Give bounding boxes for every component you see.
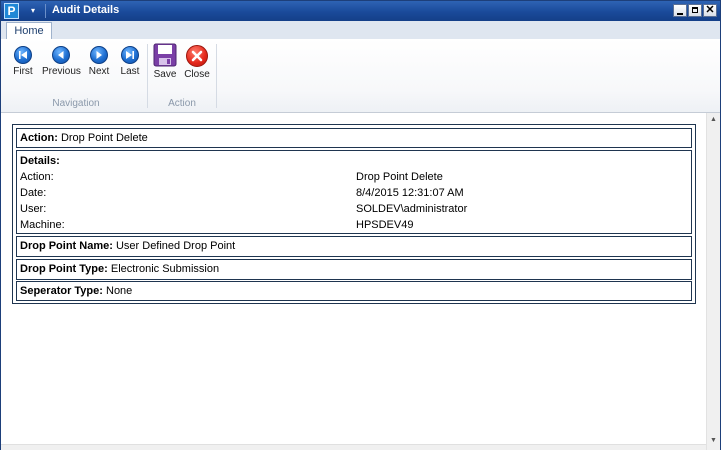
scroll-up-icon[interactable]: ▲ <box>707 113 720 127</box>
detail-label: User: <box>20 203 47 215</box>
drop-point-name-value: User Defined Drop Point <box>115 240 236 252</box>
skip-first-icon <box>14 46 32 64</box>
maximize-icon <box>692 7 698 13</box>
tab-home[interactable]: Home <box>6 22 52 39</box>
drop-point-name-section: Drop Point Name: User Defined Drop Point <box>16 236 692 257</box>
quick-access-dropdown-icon[interactable]: ▾ <box>27 3 39 18</box>
group-separator <box>147 44 148 108</box>
detail-value: HPSDEV49 <box>356 219 414 231</box>
minimize-button[interactable] <box>673 4 687 17</box>
close-window-button[interactable]: ✕ <box>703 4 717 17</box>
close-label: Close <box>184 69 210 80</box>
action-value: Drop Point Delete <box>60 132 148 144</box>
title-separator <box>45 4 46 18</box>
action-group-label: Action <box>168 98 196 109</box>
first-button[interactable]: First <box>12 46 34 77</box>
next-icon <box>90 46 108 64</box>
title-bar: P ▾ Audit Details ✕ <box>1 1 720 21</box>
separator-type-section: Seperator Type: None <box>16 281 692 301</box>
detail-value: 8/4/2015 12:31:07 AM <box>356 187 464 199</box>
previous-icon <box>52 46 70 64</box>
separator-type-value: None <box>106 285 133 297</box>
ribbon-tab-strip: Home <box>1 21 720 40</box>
details-section: Details: Action: Drop Point Delete Date:… <box>16 150 692 234</box>
previous-label: Previous <box>42 66 81 77</box>
vertical-scrollbar[interactable]: ▲ ▼ <box>706 113 720 450</box>
bottom-edge <box>1 444 706 450</box>
detail-label: Action: <box>20 171 54 183</box>
close-icon: ✕ <box>705 4 715 16</box>
save-button[interactable]: Save <box>152 43 178 80</box>
save-label: Save <box>153 69 177 80</box>
detail-label: Machine: <box>20 219 65 231</box>
last-button[interactable]: Last <box>119 46 141 77</box>
close-button[interactable]: Close <box>183 44 211 80</box>
next-button[interactable]: Next <box>87 46 111 77</box>
window-title: Audit Details <box>52 4 120 16</box>
ribbon: First Previous Next Last Navigation Save… <box>1 39 720 113</box>
audit-details-window: P ▾ Audit Details ✕ Home First Previous <box>0 0 721 450</box>
scroll-down-icon[interactable]: ▼ <box>707 434 720 448</box>
previous-button[interactable]: Previous <box>42 46 81 77</box>
floppy-disk-icon <box>153 43 177 67</box>
detail-value: Drop Point Delete <box>356 171 443 183</box>
group-separator <box>216 44 217 108</box>
skip-last-icon <box>121 46 139 64</box>
drop-point-type-key: Drop Point Type: <box>20 263 108 275</box>
audit-report: Action: Drop Point Delete Details: Actio… <box>12 124 696 304</box>
next-label: Next <box>88 66 110 77</box>
close-x-icon <box>186 45 208 67</box>
drop-point-type-value: Electronic Submission <box>110 263 220 275</box>
last-label: Last <box>120 66 140 77</box>
drop-point-type-section: Drop Point Type: Electronic Submission <box>16 259 692 280</box>
details-heading: Details: <box>20 155 60 167</box>
window-controls: ✕ <box>673 4 717 18</box>
drop-point-name-key: Drop Point Name: <box>20 240 113 252</box>
maximize-button[interactable] <box>688 4 702 17</box>
detail-value: SOLDEV\administrator <box>356 203 468 215</box>
separator-type-key: Seperator Type: <box>20 285 103 297</box>
minimize-icon <box>677 13 683 15</box>
action-section: Action: Drop Point Delete <box>16 128 692 148</box>
app-icon[interactable]: P <box>4 3 19 19</box>
first-label: First <box>13 66 33 77</box>
detail-label: Date: <box>20 187 47 199</box>
navigation-group-label: Navigation <box>52 98 100 109</box>
action-key: Action: <box>20 132 58 144</box>
